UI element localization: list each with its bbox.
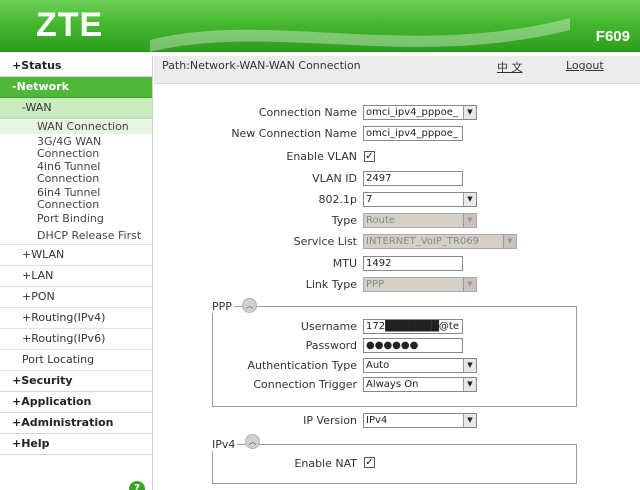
conn-trigger-value: Always On (366, 379, 419, 390)
conn-trigger-label: Connection Trigger (253, 378, 357, 391)
zte-logo: ZTE (36, 6, 104, 44)
link-type-label: Link Type (305, 278, 357, 291)
auth-type-value: Auto (366, 360, 390, 371)
vlan-id-label: VLAN ID (312, 172, 357, 185)
password-label: Password (305, 339, 357, 352)
service-list-label: Service List (293, 235, 357, 248)
type-select: Route ▼ (363, 213, 477, 228)
ppp-group-title: PPP (212, 300, 234, 313)
new-connection-name-input[interactable]: omci_ipv4_pppoe_ (363, 126, 463, 141)
help-icon[interactable]: ? (129, 481, 145, 490)
nav-administration[interactable]: +Administration (0, 413, 152, 434)
username-label: Username (300, 320, 357, 333)
auth-type-label: Authentication Type (247, 359, 357, 372)
connection-name-select[interactable]: omci_ipv4_pppoe_ ▼ (363, 105, 477, 120)
nav-network[interactable]: -Network (0, 77, 152, 98)
nav-port-binding[interactable]: Port Binding (0, 213, 104, 225)
logout-link[interactable]: Logout (566, 59, 604, 72)
link-type-select: PPP ▼ (363, 277, 477, 292)
username-input[interactable]: 172███████@te (363, 319, 463, 334)
nav-6in4-tunnel[interactable]: 6in4 Tunnel Connection (0, 187, 110, 211)
path-bar: Path:Network-WAN-WAN Connection 中 文 Logo… (154, 56, 640, 84)
wan-submenu: WAN Connection 3G/4G WAN Connection 4in6… (0, 119, 152, 245)
new-connection-name-label: New Connection Name (231, 127, 357, 140)
language-link[interactable]: 中 文 (497, 59, 523, 75)
enable-nat-checkbox[interactable]: ✓ (364, 457, 375, 468)
p8021-select[interactable]: 7 ▼ (363, 192, 477, 207)
ip-version-label: IP Version (303, 414, 357, 427)
link-type-value: PPP (366, 279, 385, 290)
ip-version-select[interactable]: IPv4 ▼ (363, 413, 477, 428)
collapse-icon[interactable]: ︿ (242, 298, 257, 313)
chevron-down-icon: ▼ (463, 414, 476, 427)
chevron-down-icon: ▼ (463, 106, 476, 119)
nav-application[interactable]: +Application (0, 392, 152, 413)
nav-wan-connection[interactable]: WAN Connection (0, 120, 152, 134)
p8021-label: 802.1p (318, 193, 357, 206)
nav-status[interactable]: +Status (0, 56, 152, 77)
nav-help[interactable]: +Help (0, 434, 152, 455)
nav-routing-ipv4[interactable]: +Routing(IPv4) (0, 308, 152, 329)
model-name: F609 (595, 28, 630, 45)
chevron-down-icon: ▼ (463, 214, 476, 227)
chevron-down-icon: ▼ (463, 359, 476, 372)
sidebar-nav: +Status -Network -WAN WAN Connection 3G/… (0, 56, 153, 490)
nav-dhcp-release-first[interactable]: DHCP Release First (0, 230, 141, 242)
ip-version-value: IPv4 (366, 415, 388, 426)
conn-trigger-select[interactable]: Always On ▼ (363, 377, 477, 392)
nav-security[interactable]: +Security (0, 371, 152, 392)
chevron-down-icon: ▼ (503, 235, 516, 248)
mtu-label: MTU (332, 257, 357, 270)
vlan-id-input[interactable]: 2497 (363, 171, 463, 186)
password-input[interactable]: ●●●●●● (363, 338, 463, 353)
nav-port-locating[interactable]: Port Locating (0, 350, 152, 371)
mtu-input[interactable]: 1492 (363, 256, 463, 271)
service-list-select: INTERNET_VoIP_TR069 ▼ (363, 234, 517, 249)
breadcrumb: Path:Network-WAN-WAN Connection (162, 59, 361, 72)
nav-4in6-tunnel[interactable]: 4in6 Tunnel Connection (0, 161, 110, 185)
connection-name-value: omci_ipv4_pppoe_ (366, 107, 458, 118)
chevron-down-icon: ▼ (463, 278, 476, 291)
collapse-icon[interactable]: ︿ (245, 434, 260, 449)
type-label: Type (331, 214, 357, 227)
enable-vlan-label: Enable VLAN (286, 150, 357, 163)
enable-nat-label: Enable NAT (294, 457, 357, 470)
nav-routing-ipv6[interactable]: +Routing(IPv6) (0, 329, 152, 350)
nav-pon[interactable]: +PON (0, 287, 152, 308)
nav-wlan[interactable]: +WLAN (0, 245, 152, 266)
p8021-value: 7 (366, 194, 373, 205)
ipv4-group-title: IPv4 (210, 438, 238, 451)
connection-name-label: Connection Name (258, 106, 357, 119)
header-banner: ZTE F609 (0, 0, 640, 52)
type-value: Route (366, 215, 396, 226)
chevron-down-icon: ▼ (463, 193, 476, 206)
nav-wan[interactable]: -WAN (0, 98, 152, 119)
service-list-value: INTERNET_VoIP_TR069 (366, 236, 480, 247)
nav-lan[interactable]: +LAN (0, 266, 152, 287)
chevron-down-icon: ▼ (463, 378, 476, 391)
enable-vlan-checkbox[interactable]: ✓ (364, 151, 375, 162)
nav-3g4g-wan[interactable]: 3G/4G WAN Connection (0, 136, 120, 160)
header-swoosh-decoration (150, 18, 570, 52)
auth-type-select[interactable]: Auto ▼ (363, 358, 477, 373)
